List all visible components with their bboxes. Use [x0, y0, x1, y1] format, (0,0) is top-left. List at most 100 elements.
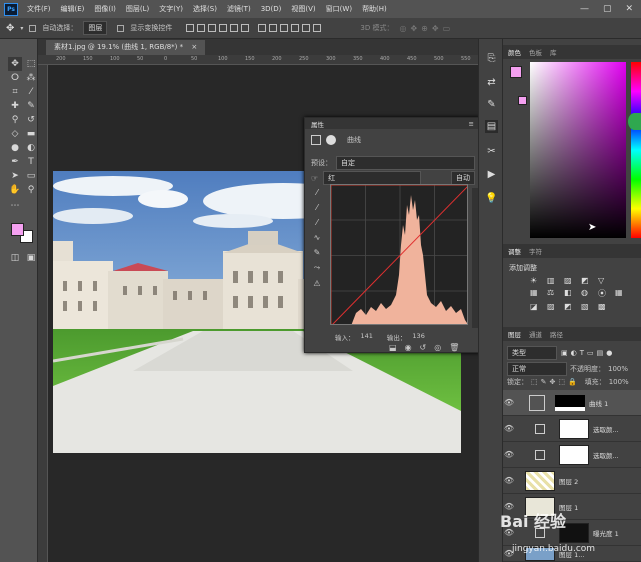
clip-to-layer-icon[interactable]: ⬓	[389, 343, 397, 352]
blend-mode-dropdown[interactable]: 正常	[507, 362, 567, 376]
align-hcenter-icon[interactable]	[197, 24, 206, 32]
tab-character[interactable]: 字符	[529, 246, 542, 256]
visibility-eye-icon[interactable]: 👁	[503, 450, 515, 459]
tool-preset-dropdown-icon[interactable]: ▾	[20, 25, 23, 32]
target-adjust-icon[interactable]: ☞	[311, 174, 318, 183]
actions-icon[interactable]: ▶	[485, 168, 498, 181]
menu-image[interactable]: 图像(I)	[89, 4, 121, 14]
opacity-value[interactable]: 100%	[608, 365, 628, 373]
distribute-5-icon[interactable]	[302, 24, 311, 32]
menu-file[interactable]: 文件(F)	[22, 4, 56, 14]
move-tool-icon[interactable]: ✥	[6, 23, 14, 34]
curves-graph[interactable]	[330, 184, 468, 325]
curves-icon[interactable]: ▨	[564, 276, 576, 285]
gray-point-eyedropper-icon[interactable]: ⁄	[316, 203, 317, 212]
vibrance-icon[interactable]: ▽	[598, 276, 610, 285]
hand-tool-icon[interactable]: ✋	[8, 183, 22, 197]
channel-mixer-icon[interactable]: ⦿	[598, 288, 610, 299]
channel-dropdown[interactable]: 红	[323, 171, 422, 185]
more-tools-icon[interactable]: ⋯	[8, 199, 22, 213]
menu-filter[interactable]: 滤镜(T)	[222, 4, 256, 14]
distribute-3-icon[interactable]	[280, 24, 289, 32]
smooth-curve-icon[interactable]: ⤳	[314, 263, 320, 273]
tool-presets-icon[interactable]: ✂	[485, 145, 498, 158]
gradient-tool-icon[interactable]: ▬	[24, 127, 38, 141]
visibility-eye-icon[interactable]: 👁	[503, 476, 515, 485]
pen-tool-icon[interactable]: ✒	[8, 155, 22, 169]
brightness-icon[interactable]: ☀	[530, 276, 542, 285]
menu-edit[interactable]: 编辑(E)	[56, 4, 90, 14]
color-lookup-icon[interactable]: ▦	[615, 288, 627, 299]
eraser-tool-icon[interactable]: ◇	[8, 127, 22, 141]
color-panel-background-swatch[interactable]	[518, 96, 527, 105]
preset-dropdown[interactable]: 自定	[336, 156, 475, 170]
curve-edit-icon[interactable]: ∿	[314, 233, 321, 242]
layer-row-selective-color-1[interactable]: 👁 选取颜...	[503, 416, 641, 442]
lock-icons[interactable]: ⬚✎✥⬚🔒	[531, 378, 580, 386]
posterize-icon[interactable]: ▨	[547, 302, 559, 311]
blur-tool-icon[interactable]: ●	[8, 141, 22, 155]
reset-icon[interactable]: ↺	[420, 343, 427, 352]
hue-slider-handle[interactable]	[628, 113, 641, 130]
align-bottom-icon[interactable]	[241, 24, 250, 32]
color-balance-icon[interactable]: ⚖	[547, 288, 559, 299]
close-tab-icon[interactable]: ×	[191, 43, 197, 51]
align-right-icon[interactable]	[208, 24, 217, 32]
clipping-warning-icon[interactable]: ⚠	[313, 279, 320, 288]
move-tool-icon[interactable]: ✥	[8, 57, 22, 71]
eyedropper-tool-icon[interactable]: ⁄	[24, 85, 38, 99]
type-tool-icon[interactable]: T	[24, 155, 38, 169]
distribute-1-icon[interactable]	[258, 24, 267, 32]
mask-icon[interactable]	[326, 135, 336, 145]
threshold-icon[interactable]: ◩	[564, 302, 576, 311]
history-brush-tool-icon[interactable]: ↺	[24, 113, 38, 127]
tab-color[interactable]: 颜色	[508, 47, 521, 57]
distribute-2-icon[interactable]	[269, 24, 278, 32]
tab-libraries[interactable]: 库	[550, 47, 557, 57]
menu-help[interactable]: 帮助(H)	[357, 4, 392, 14]
maximize-button[interactable]: ▢	[603, 4, 612, 14]
hue-slider[interactable]	[631, 62, 641, 238]
tab-swatches[interactable]: 色板	[529, 47, 542, 57]
layer-filter-dropdown[interactable]: 类型	[507, 346, 557, 360]
screen-mode-icon[interactable]: ▣	[24, 251, 38, 265]
history-icon[interactable]: ⎘	[485, 52, 498, 65]
artboard-tool-icon[interactable]: ⬚	[24, 57, 38, 71]
pencil-draw-icon[interactable]: ✎	[314, 248, 321, 257]
delete-icon[interactable]: 🗑	[449, 343, 459, 352]
close-button[interactable]: ✕	[625, 4, 633, 14]
layer-row-layer-2[interactable]: 👁 图层 2	[503, 468, 641, 494]
color-picker-field[interactable]	[530, 62, 626, 238]
curves-adjustment-icon[interactable]	[311, 135, 321, 145]
auto-select-dropdown[interactable]: 图层	[83, 21, 108, 35]
adjustments-dock-icon[interactable]: ▤	[485, 120, 498, 133]
black-point-eyedropper-icon[interactable]: ⁄	[316, 188, 317, 197]
zoom-tool-icon[interactable]: ⚲	[24, 183, 38, 197]
lasso-tool-icon[interactable]: ⵔ	[8, 71, 22, 85]
distribute-4-icon[interactable]	[291, 24, 300, 32]
auto-button[interactable]: 自动	[451, 171, 475, 185]
selective-color-icon[interactable]: ▧	[581, 302, 593, 311]
align-left-icon[interactable]	[186, 24, 195, 32]
dodge-tool-icon[interactable]: ◐	[24, 141, 38, 155]
view-previous-icon[interactable]: ◉	[405, 343, 412, 352]
levels-icon[interactable]: ▥	[547, 276, 559, 285]
align-vcenter-icon[interactable]	[230, 24, 239, 32]
menu-select[interactable]: 选择(S)	[188, 4, 222, 14]
gradient-map-icon[interactable]: ▩	[598, 302, 610, 311]
menu-layer[interactable]: 图层(L)	[121, 4, 154, 14]
menu-view[interactable]: 视图(V)	[286, 4, 320, 14]
visibility-eye-icon[interactable]: 👁	[503, 398, 515, 407]
brush-settings-icon[interactable]: ✎	[485, 98, 498, 111]
layer-row-selective-color-2[interactable]: 👁 选取颜...	[503, 442, 641, 468]
color-panel-foreground-swatch[interactable]	[510, 66, 522, 78]
align-top-icon[interactable]	[219, 24, 228, 32]
fill-value[interactable]: 100%	[609, 378, 629, 386]
layer-row-curves[interactable]: 👁 曲线 1	[503, 390, 641, 416]
tab-channels[interactable]: 通道	[529, 329, 542, 339]
rectangle-tool-icon[interactable]: ▭	[24, 169, 38, 183]
menu-type[interactable]: 文字(Y)	[154, 4, 188, 14]
path-select-tool-icon[interactable]: ➤	[8, 169, 22, 183]
minimize-button[interactable]: —	[580, 4, 589, 14]
foreground-color-swatch[interactable]	[11, 223, 24, 236]
